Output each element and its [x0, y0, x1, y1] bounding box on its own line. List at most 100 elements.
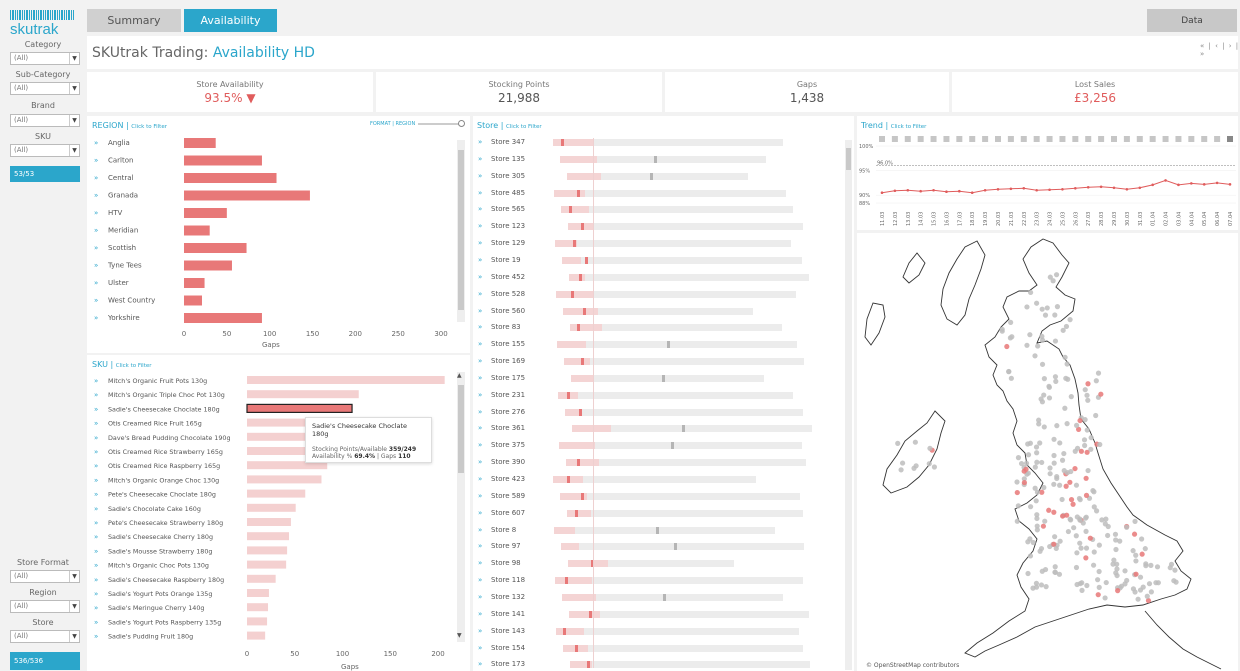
- store-availability-bar[interactable]: [571, 374, 764, 382]
- expand-chevron-icon[interactable]: »: [478, 660, 482, 668]
- store-availability-bar[interactable]: [563, 307, 753, 315]
- store-label[interactable]: Store 589: [491, 492, 525, 500]
- expand-chevron-icon[interactable]: »: [478, 542, 482, 550]
- expand-chevron-icon[interactable]: »: [478, 408, 482, 416]
- sku-count-badge[interactable]: 53/53: [10, 166, 80, 182]
- store-label[interactable]: Store 361: [491, 424, 525, 432]
- expand-chevron-icon[interactable]: »: [478, 357, 482, 365]
- store-label[interactable]: Store 607: [491, 509, 525, 517]
- page-navigation[interactable]: « | ‹ | › | »: [1200, 42, 1240, 58]
- store-availability-bar[interactable]: [553, 476, 756, 483]
- expand-chevron-icon[interactable]: »: [478, 189, 482, 197]
- expand-chevron-icon[interactable]: »: [478, 526, 482, 534]
- store-label[interactable]: Store 305: [491, 172, 525, 180]
- store-availability-bar[interactable]: [556, 290, 796, 298]
- store-availability-bar[interactable]: [559, 442, 802, 450]
- expand-chevron-icon[interactable]: »: [478, 256, 482, 264]
- store-availability-bar[interactable]: [564, 358, 804, 366]
- store-availability-bar[interactable]: [562, 593, 783, 601]
- store-label[interactable]: Store 154: [491, 644, 525, 652]
- store-label[interactable]: Store 173: [491, 660, 525, 668]
- sku-filter[interactable]: (All) ▼: [10, 144, 80, 157]
- brand-filter[interactable]: (All) ▼: [10, 114, 80, 127]
- store-availability-bar[interactable]: [569, 610, 809, 618]
- expand-chevron-icon[interactable]: »: [478, 239, 482, 247]
- expand-chevron-icon[interactable]: »: [478, 458, 482, 466]
- store-label[interactable]: Store 132: [491, 593, 525, 601]
- region-panel-title[interactable]: REGION | Click to Filter: [92, 121, 167, 130]
- sku-click-to-filter[interactable]: Click to Filter: [116, 363, 152, 369]
- store-availability-bar[interactable]: [572, 425, 812, 433]
- store-availability-bar[interactable]: [553, 139, 783, 146]
- sku-scroll-thumb[interactable]: [458, 385, 464, 473]
- expand-chevron-icon[interactable]: »: [478, 509, 482, 517]
- expand-chevron-icon[interactable]: »: [478, 441, 482, 449]
- store-label[interactable]: Store 390: [491, 458, 525, 466]
- store-count-badge[interactable]: 536/536: [10, 652, 80, 670]
- store-label[interactable]: Store 452: [491, 273, 525, 281]
- expand-chevron-icon[interactable]: »: [478, 559, 482, 567]
- sku-panel-title[interactable]: SKU | Click to Filter: [92, 360, 152, 369]
- store-label[interactable]: Store 98: [491, 559, 521, 567]
- region-filter[interactable]: (All) ▼: [10, 600, 80, 613]
- trend-panel-title[interactable]: Trend | Click to Filter: [861, 121, 926, 130]
- store-label[interactable]: Store 123: [491, 222, 525, 230]
- store-label[interactable]: Store 375: [491, 441, 525, 449]
- expand-chevron-icon[interactable]: »: [478, 290, 482, 298]
- store-availability-bar[interactable]: [562, 256, 802, 264]
- tab-summary[interactable]: Summary: [87, 9, 181, 32]
- expand-chevron-icon[interactable]: »: [478, 374, 482, 382]
- expand-chevron-icon[interactable]: »: [478, 424, 482, 432]
- store-availability-bar[interactable]: [570, 324, 782, 332]
- store-availability-bar[interactable]: [567, 172, 748, 180]
- store-label[interactable]: Store 276: [491, 408, 525, 416]
- store-availability-bar[interactable]: [567, 509, 803, 517]
- expand-chevron-icon[interactable]: »: [478, 273, 482, 281]
- store-label[interactable]: Store 231: [491, 391, 525, 399]
- trend-click-to-filter[interactable]: Click to Filter: [891, 124, 927, 130]
- expand-chevron-icon[interactable]: »: [478, 391, 482, 399]
- format-region-slider[interactable]: [418, 123, 462, 125]
- tab-availability[interactable]: Availability: [184, 9, 277, 32]
- store-scroll-thumb[interactable]: [846, 148, 851, 170]
- expand-chevron-icon[interactable]: »: [478, 644, 482, 652]
- store-availability-bar[interactable]: [566, 459, 806, 467]
- store-label[interactable]: Store 129: [491, 239, 525, 247]
- scroll-up-icon[interactable]: ▲: [457, 372, 462, 379]
- store-availability-bar[interactable]: [565, 408, 803, 416]
- expand-chevron-icon[interactable]: »: [478, 323, 482, 331]
- store-availability-bar[interactable]: [555, 240, 791, 248]
- store-availability-bar[interactable]: [568, 223, 803, 231]
- store-label[interactable]: Store 135: [491, 155, 525, 163]
- store-label[interactable]: Store 347: [491, 138, 525, 146]
- store-label[interactable]: Store 97: [491, 542, 521, 550]
- data-button[interactable]: Data: [1147, 9, 1237, 32]
- store-click-to-filter[interactable]: Click to Filter: [506, 124, 542, 130]
- store-availability-bar[interactable]: [554, 526, 775, 534]
- expand-chevron-icon[interactable]: »: [478, 155, 482, 163]
- slider-handle[interactable]: [458, 120, 465, 127]
- store-label[interactable]: Store 169: [491, 357, 525, 365]
- store-label[interactable]: Store 19: [491, 256, 521, 264]
- expand-chevron-icon[interactable]: »: [478, 307, 482, 315]
- store-format-filter[interactable]: (All) ▼: [10, 570, 80, 583]
- expand-chevron-icon[interactable]: »: [478, 475, 482, 483]
- store-panel-title[interactable]: Store | Click to Filter: [477, 121, 542, 130]
- expand-chevron-icon[interactable]: »: [478, 205, 482, 213]
- store-label[interactable]: Store 8: [491, 526, 516, 534]
- store-label[interactable]: Store 485: [491, 189, 525, 197]
- store-label[interactable]: Store 560: [491, 307, 525, 315]
- scroll-down-icon[interactable]: ▼: [457, 632, 462, 639]
- region-click-to-filter[interactable]: Click to Filter: [131, 124, 167, 130]
- category-filter[interactable]: (All) ▼: [10, 52, 80, 65]
- store-map[interactable]: [857, 233, 1238, 671]
- expand-chevron-icon[interactable]: »: [478, 610, 482, 618]
- expand-chevron-icon[interactable]: »: [478, 172, 482, 180]
- store-availability-bar[interactable]: [560, 155, 766, 163]
- expand-chevron-icon[interactable]: »: [478, 138, 482, 146]
- region-scroll-thumb[interactable]: [458, 150, 464, 310]
- store-availability-bar[interactable]: [570, 661, 810, 669]
- expand-chevron-icon[interactable]: »: [478, 627, 482, 635]
- subcategory-filter[interactable]: (All) ▼: [10, 82, 80, 95]
- store-label[interactable]: Store 175: [491, 374, 525, 382]
